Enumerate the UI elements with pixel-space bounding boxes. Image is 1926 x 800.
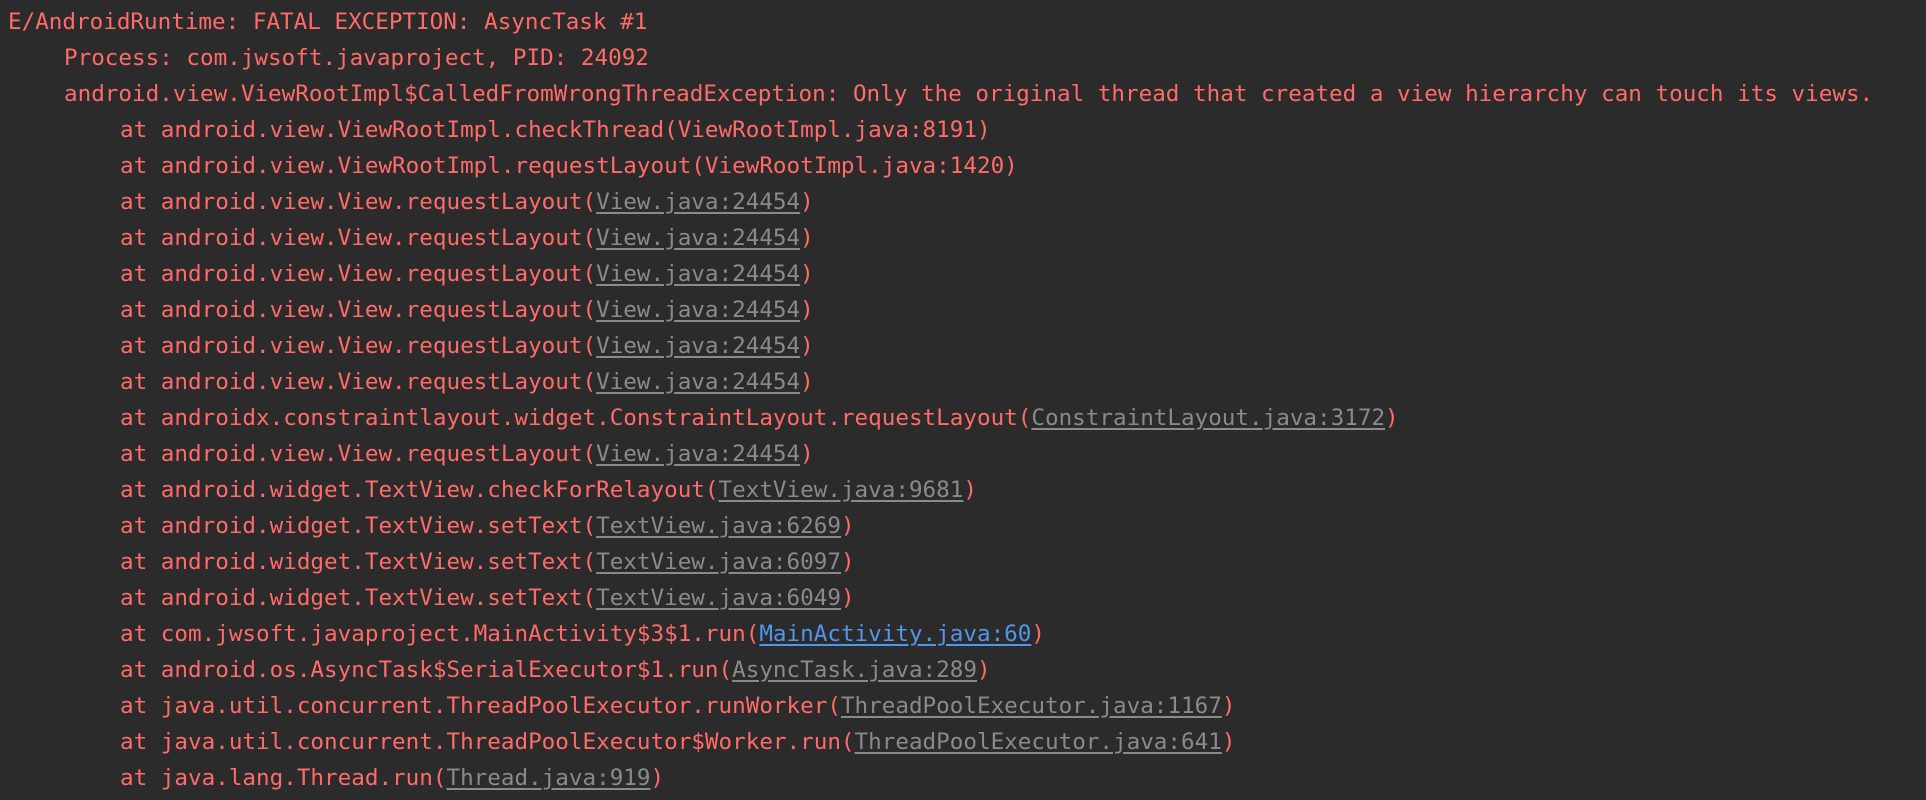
source-link[interactable]: TextView.java:9681 bbox=[719, 477, 964, 503]
logcat-console: E/AndroidRuntime: FATAL EXCEPTION: Async… bbox=[0, 0, 1926, 800]
stack-frame-method: at androidx.constraintlayout.widget.Cons… bbox=[120, 405, 1032, 431]
source-link[interactable]: Thread.java:919 bbox=[446, 765, 650, 791]
stack-frame: at android.view.View.requestLayout(View.… bbox=[8, 184, 814, 220]
source-link[interactable]: AsyncTask.java:289 bbox=[732, 657, 977, 683]
stack-frame-method: at android.view.View.requestLayout( bbox=[120, 297, 597, 323]
stack-frame-method: at android.view.View.requestLayout( bbox=[120, 369, 597, 395]
stack-frame-method: at android.view.View.requestLayout( bbox=[120, 225, 597, 251]
log-exception-line: android.view.ViewRootImpl$CalledFromWron… bbox=[64, 81, 1874, 107]
stack-frame-close: ) bbox=[800, 297, 814, 323]
stack-frame: at android.view.View.requestLayout(View.… bbox=[8, 220, 814, 256]
stack-frame-method: at android.view.View.requestLayout( bbox=[120, 189, 597, 215]
stack-frame-method: at java.util.concurrent.ThreadPoolExecut… bbox=[120, 729, 855, 755]
stack-frame: at android.view.View.requestLayout(View.… bbox=[8, 256, 814, 292]
stack-frame-method: at android.widget.TextView.setText( bbox=[120, 549, 597, 575]
stack-frame: at com.jwsoft.javaproject.MainActivity$3… bbox=[8, 616, 1045, 652]
stack-frame: at android.widget.TextView.setText(TextV… bbox=[8, 508, 855, 544]
stack-frame-close: ) bbox=[840, 549, 855, 575]
stack-frame-method: at android.os.AsyncTask$SerialExecutor$1… bbox=[120, 657, 733, 683]
stack-frame: at android.view.View.requestLayout(View.… bbox=[8, 328, 814, 364]
stack-frame-close: ) bbox=[840, 585, 855, 611]
stack-frame-close: ) bbox=[650, 765, 665, 791]
log-process-line: Process: com.jwsoft.javaproject, PID: 24… bbox=[64, 45, 649, 71]
stack-frame-close: ) bbox=[800, 225, 814, 251]
stack-frame-close: ) bbox=[963, 477, 977, 503]
stack-frame: at android.view.ViewRootImpl.requestLayo… bbox=[8, 148, 1018, 184]
stack-frame-close: ) bbox=[976, 657, 991, 683]
stack-frame-close: ) bbox=[840, 513, 855, 539]
source-link[interactable]: ThreadPoolExecutor.java:641 bbox=[855, 729, 1222, 755]
stack-frame: at android.view.View.requestLayout(View.… bbox=[8, 292, 814, 328]
project-source-link[interactable]: MainActivity.java:60 bbox=[759, 621, 1031, 647]
stack-frame: at java.util.concurrent.ThreadPoolExecut… bbox=[8, 688, 1235, 724]
source-link[interactable]: View.java:24454 bbox=[596, 225, 800, 251]
source-link[interactable]: View.java:24454 bbox=[596, 261, 800, 287]
stack-frame-method: at android.view.ViewRootImpl.requestLayo… bbox=[120, 153, 1018, 179]
stack-frame-close: ) bbox=[800, 333, 814, 359]
stack-frame: at androidx.constraintlayout.widget.Cons… bbox=[8, 400, 1399, 436]
stack-frame-method: at android.view.ViewRootImpl.checkThread… bbox=[120, 117, 991, 143]
source-link[interactable]: View.java:24454 bbox=[596, 441, 800, 467]
stack-frame: at android.widget.TextView.setText(TextV… bbox=[8, 580, 855, 616]
stack-frame-close: ) bbox=[1221, 729, 1236, 755]
stack-frame-close: ) bbox=[1221, 693, 1236, 719]
stack-frame-method: at java.util.concurrent.ThreadPoolExecut… bbox=[120, 693, 841, 719]
stack-frame-close: ) bbox=[1031, 621, 1045, 647]
stack-frame-close: ) bbox=[800, 189, 814, 215]
stack-frame-method: at android.view.View.requestLayout( bbox=[120, 261, 597, 287]
stack-frame-method: at android.widget.TextView.checkForRelay… bbox=[120, 477, 719, 503]
stack-frame: at android.view.ViewRootImpl.checkThread… bbox=[8, 112, 991, 148]
stack-frame: at android.widget.TextView.checkForRelay… bbox=[8, 472, 977, 508]
source-link[interactable]: TextView.java:6049 bbox=[596, 585, 841, 611]
stack-frame-method: at android.view.View.requestLayout( bbox=[120, 333, 597, 359]
stack-frame-method: at android.widget.TextView.setText( bbox=[120, 585, 597, 611]
source-link[interactable]: View.java:24454 bbox=[596, 369, 800, 395]
stack-frame-method: at android.view.View.requestLayout( bbox=[120, 441, 597, 467]
source-link[interactable]: View.java:24454 bbox=[596, 333, 800, 359]
source-link[interactable]: ConstraintLayout.java:3172 bbox=[1031, 405, 1385, 431]
stack-frame-close: ) bbox=[800, 441, 814, 467]
stack-frame: at android.os.AsyncTask$SerialExecutor$1… bbox=[8, 652, 991, 688]
stack-frame-method: at com.jwsoft.javaproject.MainActivity$3… bbox=[120, 621, 760, 647]
stack-frame-close: ) bbox=[1385, 405, 1399, 431]
stack-frame: at android.view.View.requestLayout(View.… bbox=[8, 364, 814, 400]
stack-frame-close: ) bbox=[800, 369, 814, 395]
source-link[interactable]: ThreadPoolExecutor.java:1167 bbox=[841, 693, 1222, 719]
stack-frame-method: at java.lang.Thread.run( bbox=[120, 765, 447, 791]
stack-frame: at java.lang.Thread.run(Thread.java:919) bbox=[8, 760, 664, 796]
log-header-line: E/AndroidRuntime: FATAL EXCEPTION: Async… bbox=[8, 9, 648, 35]
stack-frame: at java.util.concurrent.ThreadPoolExecut… bbox=[8, 724, 1235, 760]
source-link[interactable]: TextView.java:6097 bbox=[596, 549, 841, 575]
source-link[interactable]: TextView.java:6269 bbox=[596, 513, 841, 539]
stack-frame-method: at android.widget.TextView.setText( bbox=[120, 513, 597, 539]
stack-frame: at android.view.View.requestLayout(View.… bbox=[8, 436, 814, 472]
source-link[interactable]: View.java:24454 bbox=[596, 189, 800, 215]
stack-frame: at android.widget.TextView.setText(TextV… bbox=[8, 544, 855, 580]
source-link[interactable]: View.java:24454 bbox=[596, 297, 800, 323]
stack-frame-close: ) bbox=[800, 261, 814, 287]
